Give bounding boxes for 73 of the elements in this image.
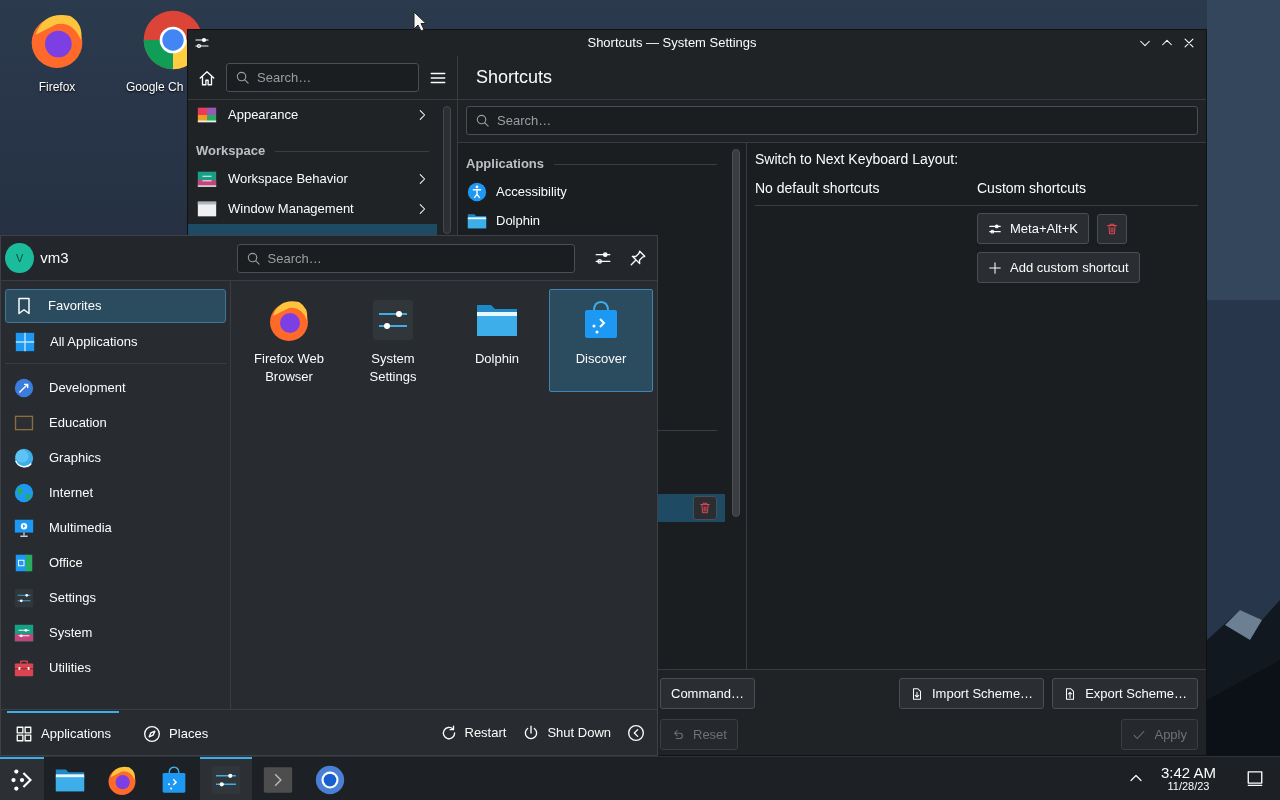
globe-icon xyxy=(13,481,35,504)
user-name: vm3 xyxy=(40,247,70,268)
shortcut-title: Switch to Next Keyboard Layout: xyxy=(755,150,960,169)
close-icon xyxy=(1182,36,1196,50)
clock-date[interactable]: 11/28/23 xyxy=(1167,780,1210,793)
plus-icon xyxy=(988,260,1002,275)
show-desktop-icon xyxy=(1246,769,1264,788)
sliders-icon xyxy=(594,249,613,267)
grid-icon xyxy=(14,331,36,353)
sidebar-item[interactable]: Workspace Behavior xyxy=(188,164,437,194)
app-tile[interactable]: Dolphin xyxy=(445,289,549,392)
sliders-icon xyxy=(13,586,35,609)
column-heading: No default shortcuts xyxy=(755,179,881,198)
search-icon xyxy=(235,70,250,85)
category-item[interactable]: Internet xyxy=(5,475,226,510)
category-item[interactable]: Office xyxy=(5,545,226,580)
trash-icon xyxy=(1104,221,1119,236)
search-icon xyxy=(245,250,261,266)
undo-icon xyxy=(671,727,685,742)
desktop-icon-label[interactable]: Firefox xyxy=(38,78,76,96)
section-heading: Workspace xyxy=(196,142,266,161)
restart-button[interactable]: Restart xyxy=(433,716,513,749)
search-field[interactable]: Search… xyxy=(466,106,1198,135)
sidebar-item[interactable]: Window Management xyxy=(188,194,437,224)
sliders-icon xyxy=(988,221,1002,236)
left-button[interactable]: Command… xyxy=(660,678,755,709)
scrollbar[interactable] xyxy=(443,106,451,234)
tab[interactable]: Places xyxy=(135,710,217,755)
scrollbar[interactable] xyxy=(731,149,740,517)
user-avatar[interactable]: V xyxy=(5,243,35,273)
category-item[interactable]: Utilities xyxy=(5,650,226,685)
search-field[interactable]: Search… xyxy=(236,243,575,273)
app-tile[interactable]: Discover xyxy=(549,289,653,392)
search-field[interactable]: Search… xyxy=(226,63,419,92)
category-item[interactable]: System xyxy=(5,615,226,650)
clock-time[interactable]: 3:42 AM xyxy=(1160,764,1216,781)
trash-icon xyxy=(698,501,712,515)
search-icon xyxy=(475,113,490,128)
list-item[interactable]: Accessibility xyxy=(458,180,725,204)
shortcut-button[interactable]: Meta+Alt+K xyxy=(977,213,1089,244)
settings-icon xyxy=(194,35,210,51)
sidebar-item[interactable]: Favorites xyxy=(5,289,226,323)
delete-button[interactable] xyxy=(693,496,717,520)
category-item[interactable]: Multimedia xyxy=(5,510,226,545)
sphere-icon xyxy=(13,446,35,469)
sidebar-item[interactable]: Appearance xyxy=(188,100,437,130)
export-button[interactable]: Export Scheme… xyxy=(1052,678,1198,709)
home-icon xyxy=(198,68,216,87)
section-heading: Applications xyxy=(466,155,544,174)
page-title: Shortcuts xyxy=(458,56,1206,100)
pin-icon xyxy=(629,249,648,267)
shutdown-button[interactable]: Shut Down xyxy=(516,716,617,749)
desktop-icon-label[interactable]: Google Ch xyxy=(126,78,184,96)
category-item[interactable]: Education xyxy=(5,405,226,440)
delete-button[interactable] xyxy=(1096,213,1127,244)
category-item[interactable]: Development xyxy=(5,370,226,405)
column-heading: Custom shortcuts xyxy=(977,179,1086,198)
category-item[interactable]: Graphics xyxy=(5,440,226,475)
pencil-circle-icon xyxy=(13,376,35,399)
taskbar-button[interactable] xyxy=(0,756,44,800)
app-tile[interactable]: System Settings xyxy=(341,289,445,392)
accessibility-icon xyxy=(466,181,488,203)
list-item[interactable]: Dolphin xyxy=(458,209,725,233)
back-icon xyxy=(627,723,645,742)
tab[interactable]: Applications xyxy=(7,710,120,755)
category-item[interactable]: Settings xyxy=(5,580,226,615)
app-tile[interactable]: Firefox Web Browser xyxy=(237,289,341,392)
grid-icon xyxy=(15,724,33,743)
import-button[interactable]: Import Scheme… xyxy=(898,678,1045,709)
add-shortcut-button[interactable]: Add custom shortcut xyxy=(977,252,1140,283)
window-title: Shortcuts — System Settings xyxy=(587,34,757,53)
compass-icon xyxy=(143,724,162,743)
sidebar-item[interactable]: All Applications xyxy=(5,325,226,359)
